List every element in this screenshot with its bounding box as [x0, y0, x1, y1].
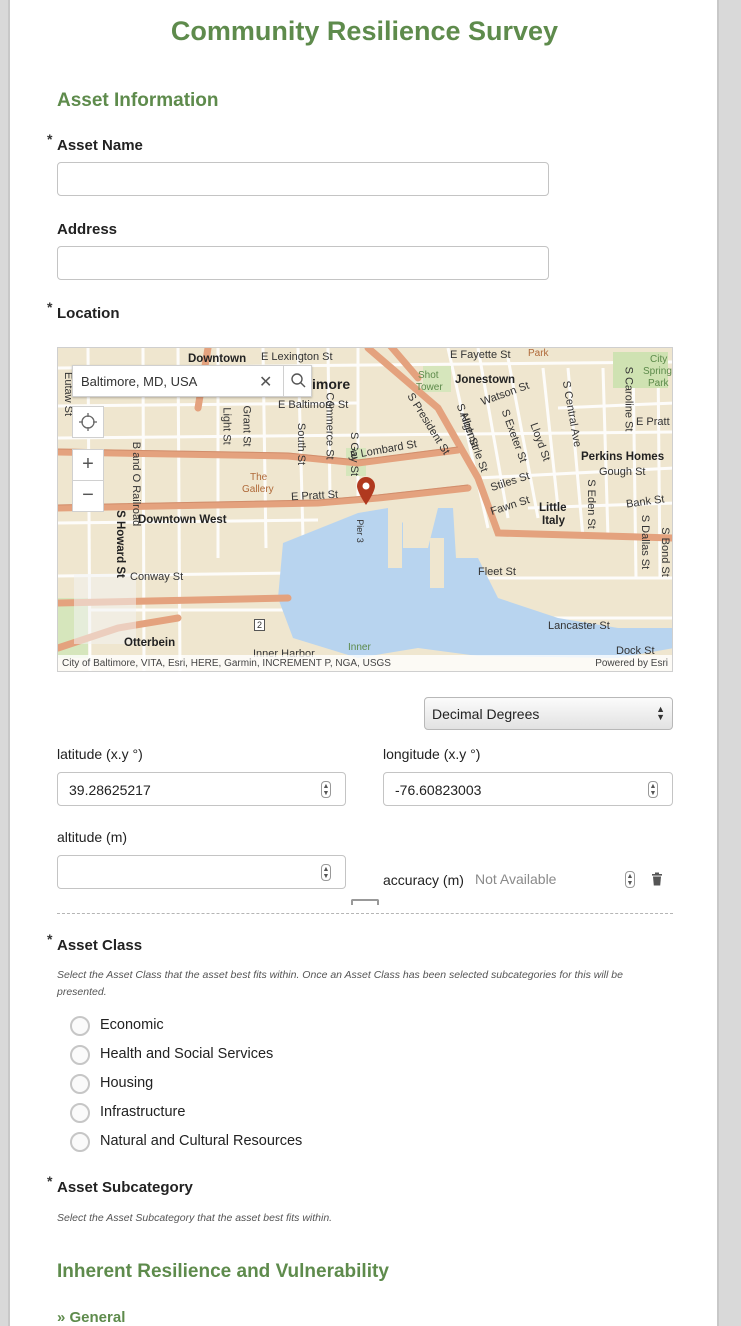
map-label: E Baltimore St [278, 399, 349, 411]
asset-class-label: * Asset Class [47, 931, 143, 954]
map-label: Lancaster St [548, 620, 610, 632]
asset-name-input[interactable] [57, 162, 549, 196]
radio-button[interactable] [70, 1045, 90, 1065]
map-label: Grant St [240, 405, 253, 447]
map-label: Italy [542, 515, 566, 527]
map-label: South St [295, 422, 308, 466]
map-label: S Eden St [584, 479, 597, 529]
map-label: E Pratt [636, 416, 670, 428]
address-label: Address [57, 221, 118, 238]
radio-button[interactable] [70, 1074, 90, 1094]
map-label: Shot [418, 370, 439, 381]
zoom-in-button[interactable]: + [72, 449, 104, 481]
drag-handle[interactable] [351, 899, 379, 905]
map-pin-icon[interactable] [356, 476, 376, 506]
required-marker: * [47, 131, 53, 147]
section-inherent-resilience: Inherent Resilience and Vulnerability [57, 1261, 389, 1282]
radio-button[interactable] [70, 1103, 90, 1123]
map-label: Otterbein [124, 637, 176, 649]
map-label: Park [648, 378, 669, 389]
map-label: City [650, 354, 668, 365]
general-group-link[interactable]: » General [57, 1309, 125, 1326]
map-label: Park [528, 348, 549, 359]
map-label: Downtown [188, 353, 247, 365]
map-label: S Caroline St [622, 366, 635, 432]
map-search-button[interactable] [283, 366, 312, 396]
select-arrows-icon: ▲ ▼ [656, 704, 665, 722]
section-asset-information: Asset Information [57, 90, 219, 111]
map-label: Downtown West [138, 514, 227, 526]
longitude-label: longitude (x.y °) [383, 746, 481, 762]
map-label: The [250, 472, 268, 483]
required-marker: * [47, 299, 53, 315]
trash-icon[interactable] [651, 872, 663, 886]
map-label: Little [539, 502, 567, 514]
map-label: Conway St [130, 571, 184, 583]
stepper-icon[interactable]: ▲ ▼ [321, 864, 331, 881]
map-label: imore [312, 376, 351, 392]
map-attribution: City of Baltimore, VITA, Esri, HERE, Gar… [58, 655, 672, 671]
powered-by-label: Powered by Esri [595, 658, 668, 669]
map-label: Inner [348, 642, 371, 653]
page-frame-left [0, 0, 10, 1326]
map-route-shield: 2 [254, 619, 266, 631]
altitude-input[interactable]: ▲ ▼ [57, 855, 346, 889]
survey-title: Community Resilience Survey [170, 16, 559, 46]
required-marker: * [47, 931, 53, 947]
map-label: Perkins Homes [581, 451, 665, 463]
map-label: S Bond St [658, 527, 671, 577]
map-label: S Howard St [113, 510, 126, 578]
close-icon[interactable]: ✕ [259, 372, 272, 392]
zoom-in-icon: + [82, 453, 94, 475]
map-search-input[interactable]: Baltimore, MD, USA [81, 374, 197, 389]
longitude-input[interactable]: -76.60823003 ▲ ▼ [383, 772, 673, 806]
map-label: Tower [416, 382, 443, 393]
latitude-input[interactable]: 39.28625217 ▲ ▼ [57, 772, 346, 806]
map-label: Gough St [599, 466, 646, 478]
search-icon [291, 373, 306, 388]
map-label: E Pratt St [290, 488, 339, 504]
radio-button[interactable] [70, 1132, 90, 1152]
map-label: Jonestown [455, 374, 516, 386]
map-label: Springs [643, 366, 672, 377]
altitude-label: altitude (m) [57, 829, 128, 845]
locate-button[interactable] [72, 406, 104, 438]
map-label: B and O Railroad [130, 441, 143, 527]
map-label: Light St [220, 407, 233, 445]
asset-subcategory-label: * Asset Subcategory [47, 1173, 193, 1196]
radio-button[interactable] [70, 1016, 90, 1036]
accuracy-value: Not Available [475, 871, 557, 887]
location-label: * Location [47, 299, 120, 322]
zoom-out-button[interactable]: − [72, 480, 104, 512]
location-map[interactable]: Downtown E Lexington St E Fayette St Par… [57, 347, 673, 672]
asset-subcategory-hint: Select the Asset Subcategory that the as… [57, 1212, 333, 1224]
address-input[interactable] [57, 246, 549, 280]
map-label: Pier 3 [354, 519, 365, 543]
asset-class-hint: Select the Asset Class that the asset be… [57, 969, 623, 998]
coordinate-format-select[interactable]: Decimal Degrees ▲ ▼ [424, 697, 673, 730]
asset-name-label: * Asset Name [47, 131, 143, 154]
map-label: S Gay St [348, 431, 361, 477]
map-label: Commerce St [323, 392, 336, 460]
accuracy-label: accuracy (m) [383, 872, 464, 888]
page-frame-right [717, 0, 741, 1326]
map-label: Gallery [242, 484, 274, 495]
latitude-label: latitude (x.y °) [57, 746, 143, 762]
map-label: S Dallas St [639, 514, 652, 570]
required-marker: * [47, 1173, 53, 1189]
zoom-out-icon: − [82, 484, 94, 506]
map-label: E Lexington St [261, 351, 333, 363]
map-search-box[interactable]: Baltimore, MD, USA ✕ [72, 365, 312, 397]
locate-icon [79, 413, 97, 431]
map-label: E Fayette St [450, 349, 511, 361]
stepper-icon[interactable]: ▲ ▼ [648, 781, 658, 798]
section-divider [57, 913, 673, 914]
stepper-icon[interactable]: ▲ ▼ [625, 871, 635, 888]
stepper-icon[interactable]: ▲ ▼ [321, 781, 331, 798]
map-label: Fleet St [478, 566, 516, 578]
